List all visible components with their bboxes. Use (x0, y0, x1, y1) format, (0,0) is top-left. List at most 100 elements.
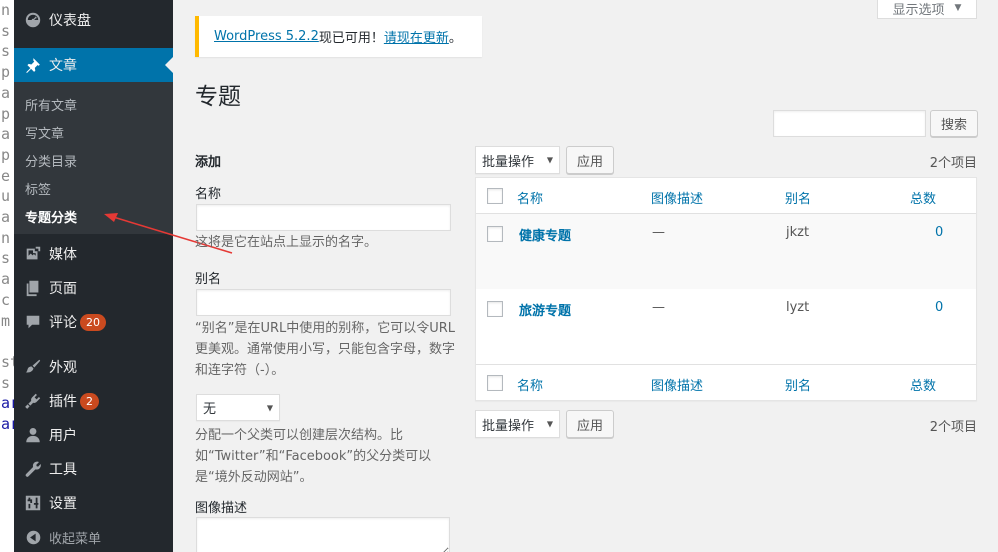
submenu-all-posts[interactable]: 所有文章 (25, 95, 77, 114)
screen-options-label: 显示选项 (892, 2, 945, 18)
row-description: — (652, 225, 665, 240)
bg-char (0, 331, 14, 352)
pushpin-icon (22, 55, 44, 75)
menu-appearance[interactable]: 外观 (14, 350, 173, 384)
name-help: 这将是它在站点上显示的名字。 (195, 235, 378, 250)
bg-char: p (1, 145, 11, 164)
select-all-checkbox[interactable] (487, 188, 503, 204)
column-count-footer[interactable]: 总数 (910, 375, 936, 394)
apply-button-top[interactable]: 应用 (566, 146, 614, 174)
submenu-categories[interactable]: 分类目录 (25, 151, 77, 170)
menu-media-label: 媒体 (49, 247, 77, 263)
bg-char: s (1, 21, 11, 40)
row-name-link[interactable]: 旅游专题 (519, 300, 571, 319)
plugins-count-badge: 2 (80, 392, 99, 410)
collapse-arrow-icon (22, 527, 44, 547)
name-input[interactable] (196, 204, 451, 231)
menu-posts[interactable]: 文章 (14, 48, 173, 82)
row-slug: lyzt (786, 300, 810, 315)
menu-posts-label: 文章 (49, 58, 77, 74)
row-name-link[interactable]: 健康专题 (519, 225, 571, 244)
row-count-link[interactable]: 0 (935, 300, 943, 315)
bulk-actions-label: 批量操作 (482, 154, 535, 170)
search-button[interactable]: 搜索 (930, 110, 978, 137)
admin-sidebar: 仪表盘 文章 所有文章 写文章 分类目录 标签 专题分类 媒体 页面 评论 20 (14, 0, 173, 552)
column-slug-footer[interactable]: 别名 (785, 375, 811, 394)
bg-char: a (1, 83, 11, 102)
table-row: 旅游专题 — lyzt 0 (476, 289, 976, 364)
bulk-actions-label: 批量操作 (482, 418, 535, 434)
table-row: 健康专题 — jkzt 0 (476, 214, 976, 289)
column-description-footer[interactable]: 图像描述 (651, 375, 703, 394)
notice-end: 。 (448, 31, 462, 46)
update-now-link[interactable]: 请现在更新 (384, 27, 449, 46)
apply-button-bottom[interactable]: 应用 (566, 410, 614, 438)
paintbrush-icon (22, 357, 44, 377)
menu-tools[interactable]: 工具 (14, 452, 173, 486)
menu-collapse[interactable]: 收起菜单 (14, 520, 173, 552)
description-textarea[interactable] (196, 517, 450, 552)
search-input[interactable] (773, 110, 926, 137)
column-name[interactable]: 名称 (517, 188, 543, 207)
caret-down-icon: ▼ (546, 155, 553, 165)
menu-comments-label: 评论 (49, 315, 77, 331)
caret-down-icon: ▼ (546, 419, 553, 429)
menu-appearance-label: 外观 (49, 360, 77, 376)
bg-char: s (1, 42, 11, 61)
submenu-tags[interactable]: 标签 (25, 179, 51, 198)
menu-plugins-label: 插件 (49, 394, 77, 410)
menu-users-label: 用户 (49, 428, 77, 444)
slug-input[interactable] (196, 289, 451, 316)
select-all-checkbox-footer[interactable] (487, 375, 503, 391)
table-footer: 名称 图像描述 别名 总数 (476, 364, 976, 401)
add-form-heading: 添加 (195, 155, 222, 170)
menu-users[interactable]: 用户 (14, 418, 173, 452)
media-icon (22, 244, 44, 264)
column-count[interactable]: 总数 (910, 188, 936, 207)
menu-pages[interactable]: 页面 (14, 271, 173, 305)
screen-options-button[interactable]: 显示选项 ▼ (877, 0, 977, 19)
update-notice: WordPress 5.2.2 现已可用！ 请现在更新 。 (195, 16, 482, 57)
comments-count-badge: 20 (80, 313, 106, 331)
user-icon (22, 425, 44, 445)
bg-char: n (1, 228, 11, 247)
column-name-footer[interactable]: 名称 (517, 375, 543, 394)
bg-char: p (1, 104, 11, 123)
submenu-write-post[interactable]: 写文章 (25, 123, 64, 142)
table-header: 名称 图像描述 别名 总数 (476, 178, 976, 214)
column-description[interactable]: 图像描述 (651, 188, 703, 207)
menu-plugins[interactable]: 插件 2 (14, 384, 173, 418)
column-slug[interactable]: 别名 (785, 188, 811, 207)
menu-comments[interactable]: 评论 20 (14, 305, 173, 339)
menu-pages-label: 页面 (49, 281, 77, 297)
bg-char: u (1, 187, 11, 206)
bg-char: n (1, 1, 11, 19)
notice-text: 现已可用！ (318, 31, 384, 46)
bg-char: a (1, 208, 11, 227)
menu-dashboard-label: 仪表盘 (49, 13, 91, 29)
parent-select[interactable]: 无 ▼ (196, 394, 280, 421)
wordpress-version-link[interactable]: WordPress 5.2.2 (214, 29, 319, 44)
wrench-icon (22, 459, 44, 479)
page-title: 专题 (195, 84, 241, 110)
slug-label: 别名 (195, 272, 222, 287)
row-checkbox[interactable] (487, 301, 503, 317)
bulk-actions-select-bottom[interactable]: 批量操作 ▼ (475, 410, 560, 438)
caret-down-icon: ▼ (954, 3, 962, 13)
bg-char: m (1, 311, 11, 330)
items-count-top: 2个项目 (929, 156, 977, 171)
caret-down-icon: ▼ (266, 403, 273, 412)
row-description: — (652, 300, 665, 315)
row-count-link[interactable]: 0 (935, 225, 943, 240)
row-checkbox[interactable] (487, 226, 503, 242)
bulk-actions-select-top[interactable]: 批量操作 ▼ (475, 146, 560, 174)
bg-char: p (1, 63, 11, 82)
parent-help: 分配一个父类可以创建层次结构。比如“Twitter”和“Facebook”的父分… (195, 428, 432, 485)
menu-settings[interactable]: 设置 (14, 486, 173, 520)
dashboard-icon (22, 10, 44, 30)
menu-settings-label: 设置 (49, 496, 77, 512)
bg-char: c (1, 290, 11, 309)
submenu-topic-categories[interactable]: 专题分类 (25, 207, 77, 226)
menu-dashboard[interactable]: 仪表盘 (14, 3, 173, 37)
bg-char: s (1, 373, 11, 392)
